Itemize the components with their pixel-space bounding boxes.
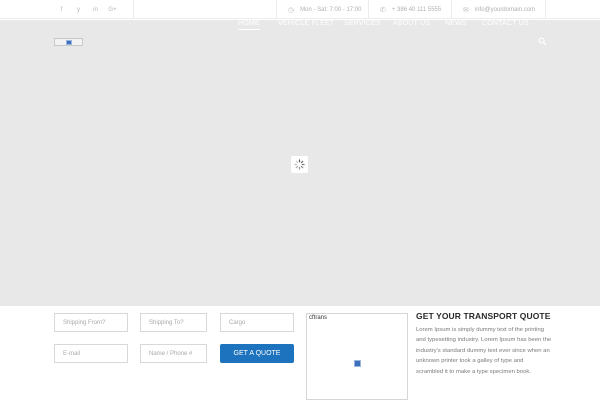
search-icon[interactable] xyxy=(538,37,547,46)
broken-image-icon xyxy=(354,360,361,367)
nav-item-services[interactable]: SERVICES xyxy=(344,20,381,27)
opening-hours-text: Mon - Sat: 7:00 - 17:00 xyxy=(300,6,362,13)
hero-slider: HOME VEHICLE FLEET SERVICES ABOUT US NEW… xyxy=(0,20,600,306)
nav-item-vehicle-fleet[interactable]: VEHICLE FLEET xyxy=(278,20,334,27)
facebook-icon[interactable]: f xyxy=(53,0,70,19)
quote-heading: GET YOUR TRANSPORT QUOTE xyxy=(416,311,551,321)
phone-info: ✆ + 386 40 111 5555 xyxy=(368,0,451,19)
clock-icon: ◷ xyxy=(288,6,295,14)
name-phone-input[interactable]: Name / Phone # xyxy=(140,344,207,363)
page: f y in G+ ◷ Mon - Sat: 7:00 - 17:00 ✆ + … xyxy=(0,0,600,400)
twitter-icon[interactable]: y xyxy=(70,0,87,19)
cargo-input[interactable]: Cargo xyxy=(220,313,294,332)
email-text[interactable]: info@yourdomain.com xyxy=(475,7,535,13)
email-input[interactable]: E-mail xyxy=(54,344,128,363)
envelope-icon: ✉ xyxy=(463,6,469,14)
shipping-to-input[interactable]: Shipping To? xyxy=(140,313,207,332)
nav-item-about-us[interactable]: ABOUT US xyxy=(393,20,430,27)
phone-text: + 386 40 111 5555 xyxy=(391,6,442,13)
get-a-quote-button[interactable]: GET A QUOTE xyxy=(220,344,294,363)
nav-item-contact-us[interactable]: CONTACT US xyxy=(482,20,529,27)
shipping-from-input[interactable]: Shipping From? xyxy=(54,313,128,332)
divider xyxy=(133,0,134,19)
google-plus-icon[interactable]: G+ xyxy=(104,0,121,19)
email-info[interactable]: ✉ info@yourdomain.com xyxy=(451,0,546,19)
embed-label: cftrans xyxy=(309,315,328,321)
spinner-icon xyxy=(294,159,305,170)
phone-icon: ✆ xyxy=(380,6,386,14)
site-logo[interactable] xyxy=(54,38,83,46)
linkedin-icon[interactable]: in xyxy=(87,0,104,19)
quote-description: Lorem Ipsum is simply dummy text of the … xyxy=(416,327,552,375)
loading-spinner xyxy=(291,156,308,173)
embedded-frame[interactable]: cftrans xyxy=(306,313,408,400)
broken-image-icon xyxy=(65,39,72,45)
opening-hours: ◷ Mon - Sat: 7:00 - 17:00 xyxy=(276,0,368,19)
social-links: f y in G+ xyxy=(53,0,121,19)
top-bar: f y in G+ ◷ Mon - Sat: 7:00 - 17:00 ✆ + … xyxy=(0,0,600,19)
nav-item-news[interactable]: NEWS xyxy=(445,20,467,27)
nav-item-home[interactable]: HOME xyxy=(238,20,260,30)
